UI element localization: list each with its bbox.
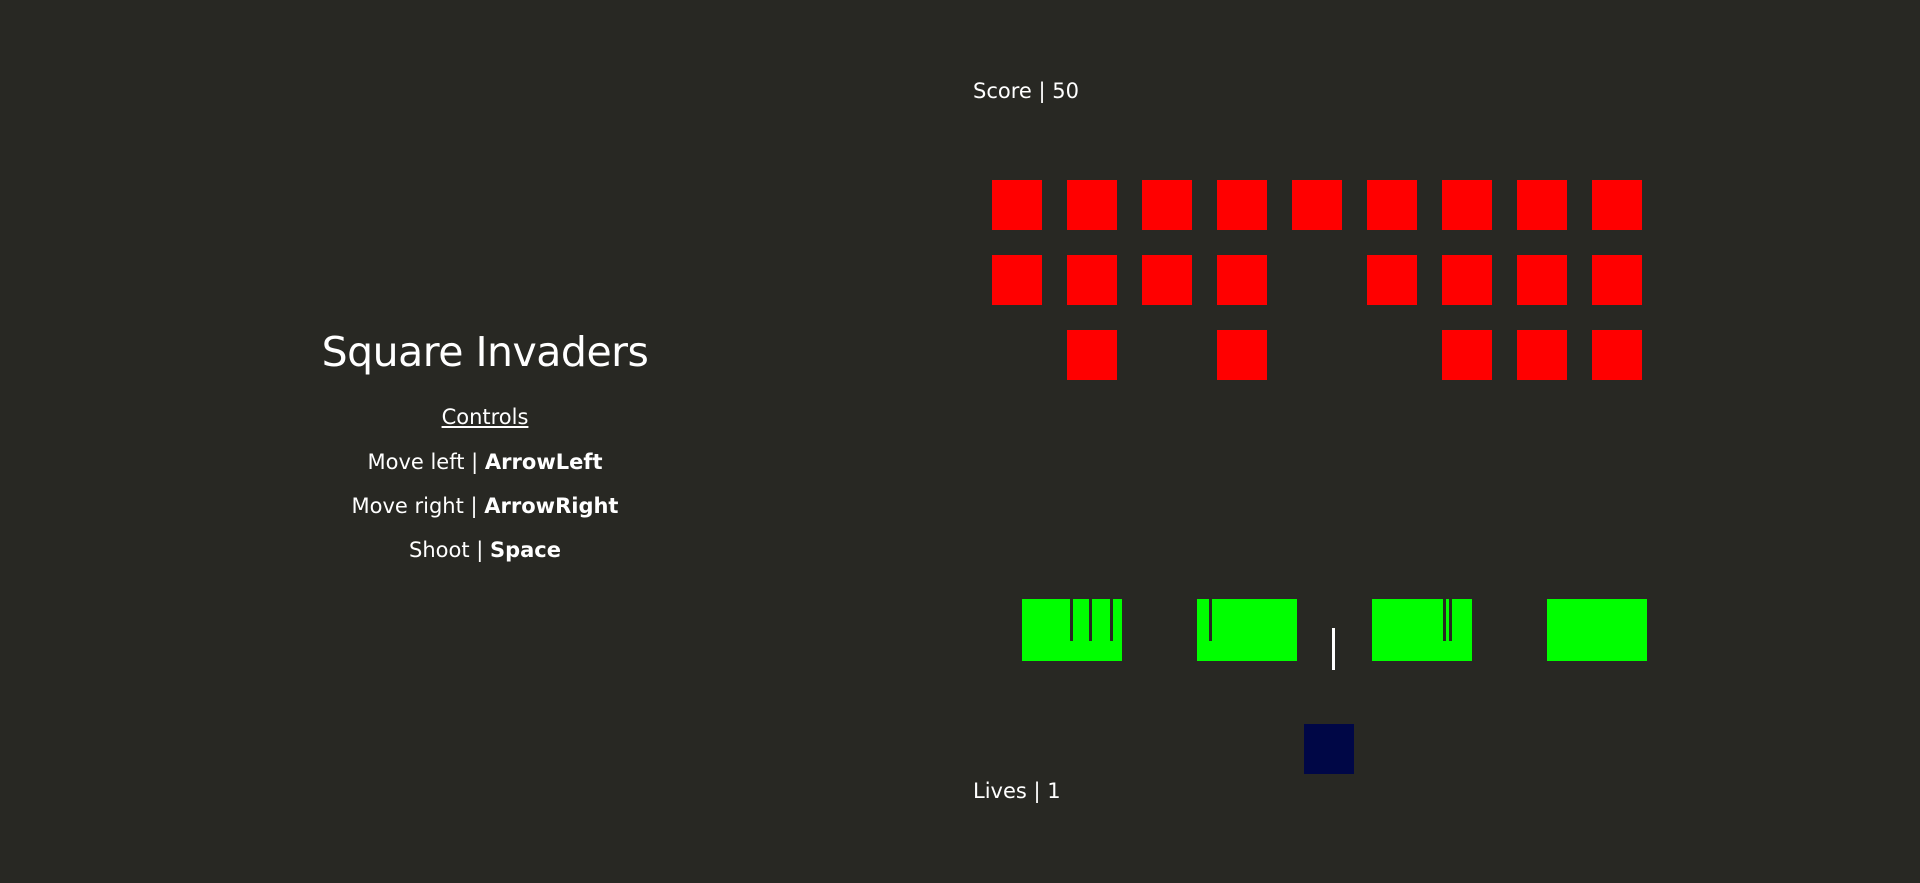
invader	[992, 180, 1042, 230]
invader	[1292, 180, 1342, 230]
player-ship	[1304, 724, 1354, 774]
player-bullet	[1332, 628, 1335, 670]
lives-display: Lives | 1	[973, 779, 1061, 803]
control-move-left: Move left | ArrowLeft	[0, 450, 970, 474]
control-key-label: Space	[489, 538, 562, 562]
invader	[1217, 255, 1267, 305]
invader	[1517, 255, 1567, 305]
invader	[1067, 180, 1117, 230]
game-title: Square Invaders	[321, 328, 649, 376]
control-key-label: ArrowRight	[484, 494, 619, 518]
invader	[1142, 180, 1192, 230]
control-action-label: Move left |	[367, 450, 485, 474]
controls-heading: Controls	[441, 405, 529, 429]
control-shoot: Shoot | Space	[0, 538, 970, 562]
invader	[992, 255, 1042, 305]
shield-damage	[1089, 599, 1092, 641]
invader	[1442, 255, 1492, 305]
invader	[1517, 330, 1567, 380]
invader	[1367, 255, 1417, 305]
control-action-label: Move right |	[351, 494, 485, 518]
shield-damage	[1070, 599, 1073, 641]
invader	[1067, 255, 1117, 305]
instructions-panel: Square Invaders Controls Move left | Arr…	[0, 0, 970, 883]
invader	[1592, 330, 1642, 380]
shield-3	[1372, 599, 1472, 661]
invader	[1367, 180, 1417, 230]
invader	[1517, 180, 1567, 230]
invader	[1442, 180, 1492, 230]
control-action-label: Shoot |	[408, 538, 490, 562]
invader	[1592, 255, 1642, 305]
invader	[1142, 255, 1192, 305]
shield-damage	[1110, 599, 1113, 641]
invader	[1217, 180, 1267, 230]
shield-2	[1197, 599, 1297, 661]
shield-damage	[1443, 599, 1446, 641]
control-move-right: Move right | ArrowRight	[0, 494, 970, 518]
shield-4	[1547, 599, 1647, 661]
invader	[1592, 180, 1642, 230]
shield-damage	[1209, 599, 1212, 641]
score-display: Score | 50	[973, 79, 1079, 103]
invader	[1442, 330, 1492, 380]
invader	[1067, 330, 1117, 380]
shield-1	[1022, 599, 1122, 661]
shield-damage	[1449, 599, 1452, 641]
invader	[1217, 330, 1267, 380]
control-key-label: ArrowLeft	[484, 450, 603, 474]
